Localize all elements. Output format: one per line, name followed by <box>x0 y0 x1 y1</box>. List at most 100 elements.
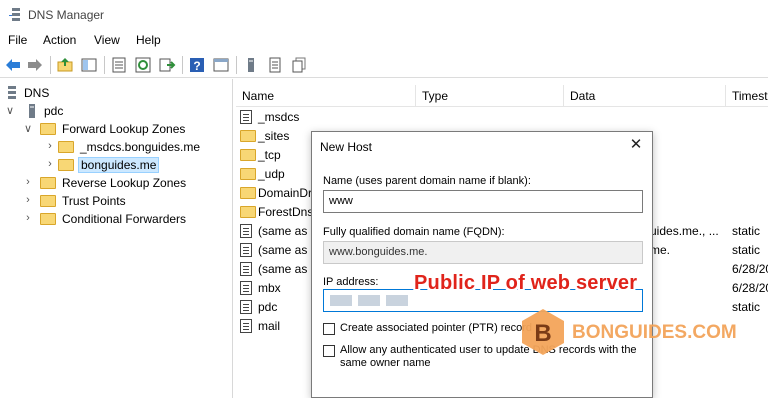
collapse-chevron-icon[interactable]: ∨ <box>22 122 34 136</box>
title-bar: DNS Manager <box>0 0 768 30</box>
column-header-timestamp[interactable]: Timest <box>726 85 768 107</box>
record-icon[interactable] <box>266 56 284 74</box>
expand-chevron-icon[interactable]: › <box>44 140 56 154</box>
tree-label: pdc <box>44 104 64 118</box>
ip-address-label: IP address: <box>323 276 379 288</box>
tree-label: DNS <box>24 86 50 100</box>
row-name: pdc <box>258 300 278 314</box>
row-timestamp: 6/28/20 <box>732 262 768 276</box>
show-hide-tree-icon[interactable] <box>80 56 98 74</box>
ip-octet-redacted <box>386 295 408 306</box>
record-icon <box>240 300 254 314</box>
dialog-title: New Host <box>320 140 373 154</box>
help-icon[interactable]: ? <box>188 56 206 74</box>
back-arrow-icon[interactable] <box>4 56 22 74</box>
row-name: (same as p <box>258 224 318 238</box>
column-header-data[interactable]: Data <box>564 85 726 107</box>
expand-chevron-icon[interactable]: › <box>22 194 34 208</box>
dns-icon <box>8 86 16 99</box>
record-icon <box>240 281 254 295</box>
zone-icon <box>58 140 74 154</box>
row-name: _tcp <box>258 148 281 162</box>
row-timestamp: static <box>732 224 761 238</box>
tree-label: _msdcs.bonguides.me <box>80 140 201 154</box>
expand-chevron-icon[interactable]: › <box>22 212 34 226</box>
zone-icon <box>58 158 74 172</box>
toolbar: ? <box>0 52 768 78</box>
new-host-dialog: New Host ✕ Name (uses parent domain name… <box>311 131 653 398</box>
console-tree: DNS ∨ pdc ∨ Forward Lookup Zones › _msdc… <box>0 79 233 398</box>
row-name: (same as p <box>258 262 318 276</box>
folder-icon <box>40 176 56 190</box>
record-file-icon <box>240 110 254 124</box>
refresh-icon[interactable] <box>134 56 152 74</box>
console-icon[interactable] <box>212 56 230 74</box>
ip-octet-redacted <box>358 295 380 306</box>
folder-icon <box>240 129 256 143</box>
column-header-type[interactable]: Type <box>416 85 564 107</box>
export-list-icon[interactable] <box>158 56 176 74</box>
record-icon <box>240 319 254 333</box>
toolbar-separator <box>236 56 237 74</box>
menu-action[interactable]: Action <box>43 33 76 47</box>
host-name-input[interactable]: www <box>323 190 643 213</box>
fqdn-field: www.bonguides.me. <box>323 241 643 264</box>
row-name: _sites <box>258 129 290 143</box>
list-row[interactable]: _msdcs <box>236 108 768 127</box>
tree-label: Forward Lookup Zones <box>62 122 186 136</box>
up-folder-icon[interactable] <box>56 56 74 74</box>
forward-arrow-icon[interactable] <box>26 56 44 74</box>
row-name: mbx <box>258 281 281 295</box>
allow-update-checkbox[interactable] <box>323 345 335 357</box>
row-name: DomainDr <box>258 186 313 200</box>
folder-icon <box>40 194 56 208</box>
bonguides-logo-icon: B <box>522 309 564 355</box>
expand-chevron-icon[interactable]: › <box>44 158 56 172</box>
tree-label: Reverse Lookup Zones <box>62 176 187 190</box>
properties-icon[interactable] <box>110 56 128 74</box>
ptr-checkbox[interactable] <box>323 323 335 335</box>
watermark: B BONGUIDES.COM <box>520 308 750 356</box>
folder-icon <box>40 122 56 136</box>
list-header: Name Type Data Timest <box>236 85 768 107</box>
row-name: mail <box>258 319 281 333</box>
folder-icon <box>40 212 56 226</box>
row-data: me. <box>650 243 671 257</box>
ip-octet-redacted <box>330 295 352 306</box>
row-name: _msdcs <box>258 110 300 124</box>
tree-label: Conditional Forwarders <box>62 212 187 226</box>
record-icon <box>240 224 254 238</box>
expand-chevron-icon[interactable]: › <box>22 176 34 190</box>
server-icon <box>29 104 35 118</box>
menu-help[interactable]: Help <box>136 33 161 47</box>
row-data: uides.me., ... <box>650 224 719 238</box>
close-icon[interactable]: ✕ <box>628 137 644 153</box>
watermark-text: BONGUIDES.COM <box>572 322 737 343</box>
folder-icon <box>240 186 256 200</box>
menu-view[interactable]: View <box>94 33 120 47</box>
menu-bar: File Action View Help <box>0 30 768 52</box>
collapse-chevron-icon[interactable]: ∨ <box>4 104 16 118</box>
row-timestamp: static <box>732 243 761 257</box>
window-title: DNS Manager <box>28 8 105 22</box>
menu-file[interactable]: File <box>8 33 27 47</box>
name-label: Name (uses parent domain name if blank): <box>323 175 531 187</box>
toolbar-separator <box>182 56 183 74</box>
column-header-name[interactable]: Name <box>236 85 416 107</box>
server-icon[interactable] <box>242 56 260 74</box>
record-copy-icon[interactable] <box>290 56 308 74</box>
record-icon <box>240 243 254 257</box>
row-name: _udp <box>258 167 285 181</box>
svg-text:?: ? <box>193 59 200 73</box>
folder-icon <box>240 167 256 181</box>
toolbar-separator <box>50 56 51 74</box>
toolbar-separator <box>104 56 105 74</box>
dns-manager-icon <box>9 8 20 21</box>
folder-icon <box>240 205 256 219</box>
folder-icon <box>240 148 256 162</box>
fqdn-label: Fully qualified domain name (FQDN): <box>323 226 505 238</box>
tree-label: Trust Points <box>62 194 126 208</box>
record-icon <box>240 262 254 276</box>
row-timestamp: 6/28/20 <box>732 281 768 295</box>
tree-label: bonguides.me <box>78 157 160 173</box>
